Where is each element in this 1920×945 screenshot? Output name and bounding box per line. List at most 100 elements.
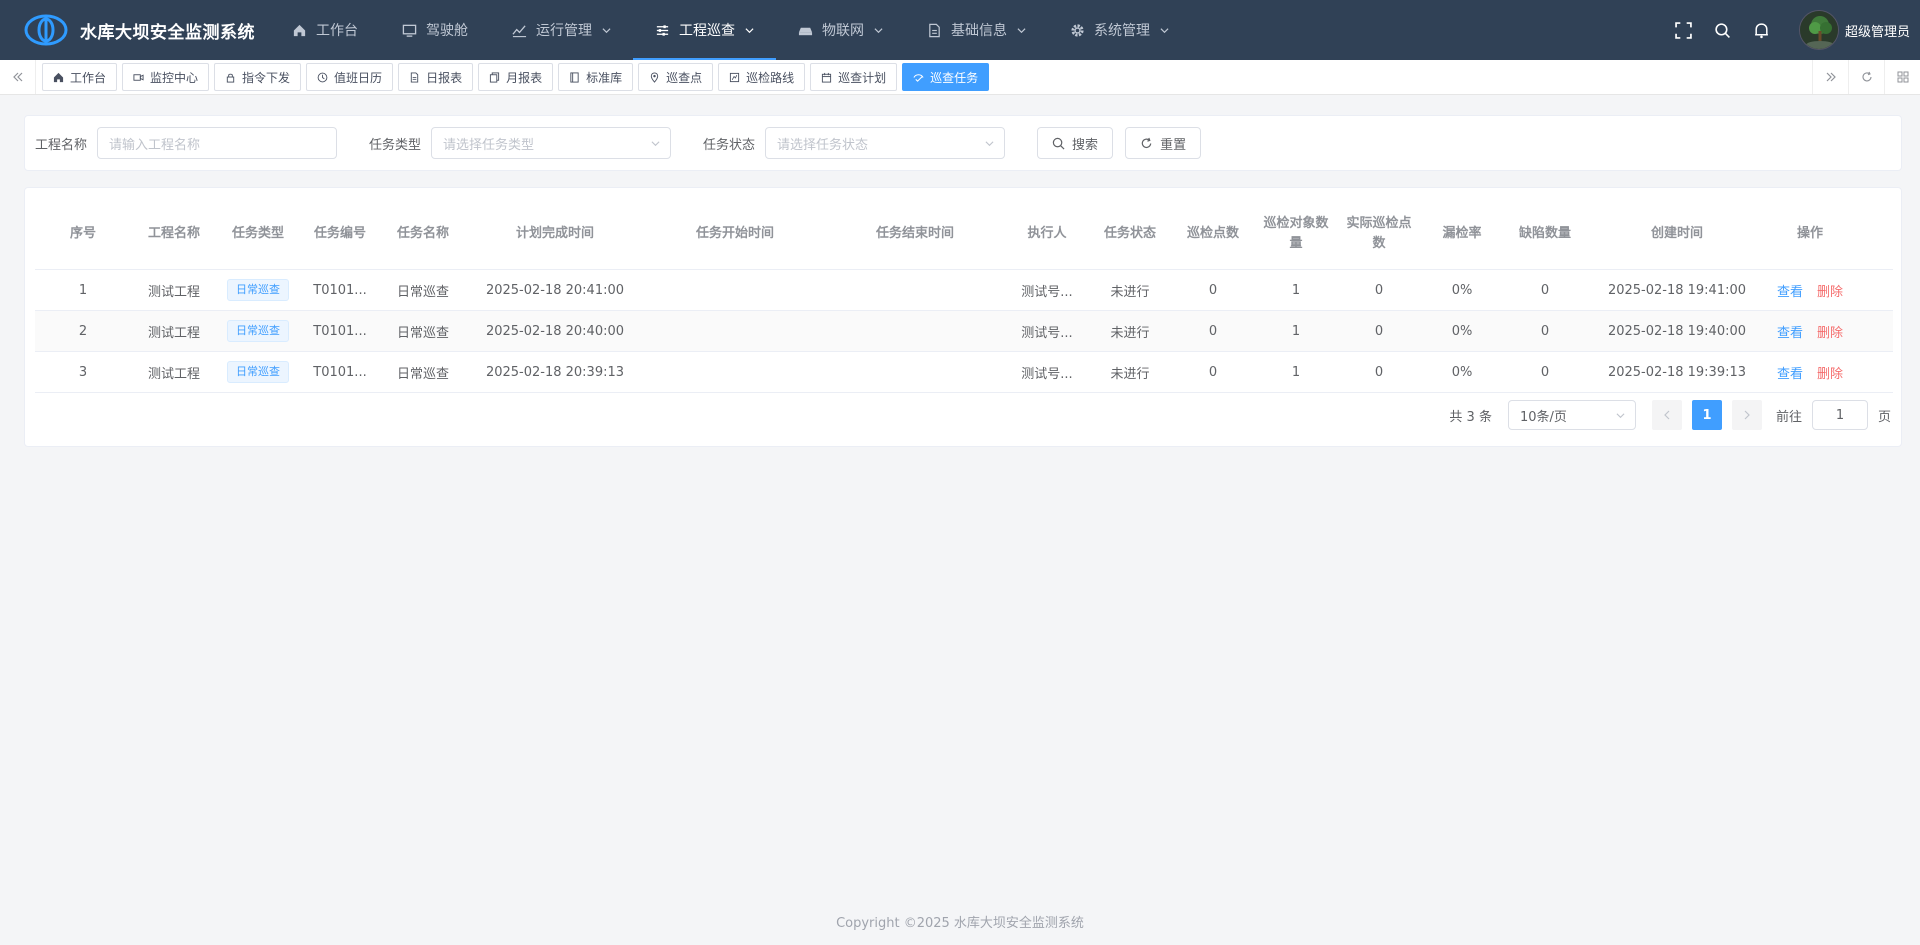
view-button[interactable]: 查看 [1777,363,1803,382]
view-button[interactable]: 查看 [1777,322,1803,341]
tab-daily-report[interactable]: 日报表 [398,63,474,91]
nav-item-system[interactable]: 系统管理 [1048,0,1191,60]
cell-executor: 测试号... [1021,366,1073,382]
table-row[interactable]: 2 测试工程 日常巡查 T0101... 日常巡查 2025-02-18 20:… [35,311,1893,352]
avatar[interactable] [1798,10,1839,50]
col-header: 计划完成时间 [515,225,594,241]
col-header: 操作 [1796,225,1823,241]
col-header: 任务类型 [231,225,284,241]
tab-label: 月报表 [506,70,543,85]
tabs-scroll-left-button[interactable] [0,60,36,94]
col-header: 任务名称 [396,225,449,241]
project-name-placeholder: 请输入工程名称 [109,137,201,153]
nav-item-workbench[interactable]: 工作台 [270,0,380,60]
col-header: 任务状态 [1103,225,1156,241]
location-icon [650,71,659,83]
cell-created: 2025-02-18 19:41:00 [1607,282,1747,298]
tab-label: 巡查任务 [930,70,979,85]
tabs-scroll-right-button[interactable] [1812,60,1848,94]
task-table: 序号 工程名称 任务类型 任务编号 任务名称 计划完成时间 任务开始时间 任务结… [35,198,1893,393]
cell-points: 0 [1208,282,1218,298]
delete-button[interactable]: 删除 [1817,322,1843,341]
task-type-label: 任务类型 [369,137,422,153]
tabs-menu-button[interactable] [1884,60,1920,94]
view-button[interactable]: 查看 [1777,281,1803,300]
chevron-down-icon [874,27,883,33]
bell-icon[interactable] [1753,22,1770,39]
reset-button[interactable]: 重置 [1125,127,1202,159]
goto-page-input[interactable]: 1 [1811,400,1868,430]
cell-status: 未进行 [1110,325,1150,341]
project-name-input[interactable]: 请输入工程名称 [97,127,338,159]
page-number-button[interactable]: 1 [1691,400,1722,430]
cell-actions: 查看 删除 [1767,311,1853,351]
cell-code: T0101... [313,323,367,339]
reset-button-label: 重置 [1160,137,1187,153]
cell-executor: 测试号... [1021,325,1073,341]
fullscreen-icon[interactable] [1675,21,1692,39]
tabs-refresh-button[interactable] [1848,60,1884,94]
tab-duty-calendar[interactable]: 值班日历 [306,63,394,91]
brand[interactable]: 水库大坝安全监测系统 [0,14,270,46]
document-icon [929,23,940,37]
cell-created: 2025-02-18 19:39:13 [1607,364,1747,380]
next-page-button[interactable] [1731,400,1762,430]
tab-inspection-plan[interactable]: 巡查计划 [810,63,898,91]
nav-item-cockpit[interactable]: 驾驶舱 [380,0,490,60]
cell-defects: 0 [1540,282,1550,298]
double-chevron-left-icon [12,72,22,82]
tab-label: 巡查点 [666,70,703,85]
tab-label: 日报表 [426,70,463,85]
chevron-left-icon [1664,410,1670,420]
col-header: 任务编号 [313,225,366,241]
grid-icon [1897,71,1908,83]
cell-code: T0101... [313,364,367,380]
cell-plan-time: 2025-02-18 20:40:00 [485,323,625,339]
tab-inspection-point[interactable]: 巡查点 [638,63,714,91]
table-row[interactable]: 1 测试工程 日常巡查 T0101... 日常巡查 2025-02-18 20:… [35,270,1893,311]
tab-list: 工作台 监控中心 指令下发 值班日历 日报表 月报表 标准库 巡查点 巡检路线 … [36,63,1812,91]
tab-inspection-task[interactable]: 巡查任务 [902,63,990,91]
nav-item-label: 基础信息 [951,23,1007,39]
prev-page-button[interactable] [1651,400,1682,430]
search-button[interactable]: 搜索 [1037,127,1114,159]
tab-standard-library[interactable]: 标准库 [558,63,634,91]
task-type-select[interactable]: 请选择任务类型 [431,127,672,159]
nav-item-operation[interactable]: 运行管理 [490,0,633,60]
cell-type: 日常巡查 [217,352,299,392]
cell-start-time [645,352,825,392]
tab-monthly-report[interactable]: 月报表 [478,63,554,91]
task-status-select[interactable]: 请选择任务状态 [765,127,1006,159]
tab-monitor-center[interactable]: 监控中心 [122,63,210,91]
nav-item-inspection[interactable]: 工程巡查 [633,0,776,60]
tab-label: 指令下发 [242,70,291,85]
tab-command[interactable]: 指令下发 [214,63,302,91]
cell-actual: 0 [1374,364,1384,380]
chevron-down-icon [745,27,754,33]
table-row[interactable]: 3 测试工程 日常巡查 T0101... 日常巡查 2025-02-18 20:… [35,352,1893,393]
search-icon[interactable] [1714,22,1731,39]
cell-index: 3 [78,364,88,380]
double-chevron-right-icon [1826,72,1836,82]
cell-end-time [825,311,1005,351]
camera-icon [133,73,144,81]
nav-item-iot[interactable]: 物联网 [776,0,905,60]
nav-item-basic-info[interactable]: 基础信息 [905,0,1048,60]
avatar-image [1799,11,1838,49]
delete-button[interactable]: 删除 [1817,363,1843,382]
tab-label: 值班日历 [334,70,383,85]
cell-executor: 测试号... [1021,284,1073,300]
task-type-tag: 日常巡查 [227,279,289,301]
delete-button[interactable]: 删除 [1817,281,1843,300]
monitor-icon [402,24,417,37]
page-size-select[interactable]: 10条/页 [1507,400,1636,430]
cell-project: 测试工程 [147,366,200,382]
cell-actions: 查看 删除 [1767,270,1853,310]
book-icon [570,71,579,83]
tab-workbench[interactable]: 工作台 [42,63,118,91]
chevron-right-icon [1744,410,1750,420]
cell-end-time [825,270,1005,310]
username[interactable]: 超级管理员 [1845,21,1910,40]
tab-inspection-route[interactable]: 巡检路线 [718,63,806,91]
cell-miss-rate: 0% [1451,282,1473,298]
